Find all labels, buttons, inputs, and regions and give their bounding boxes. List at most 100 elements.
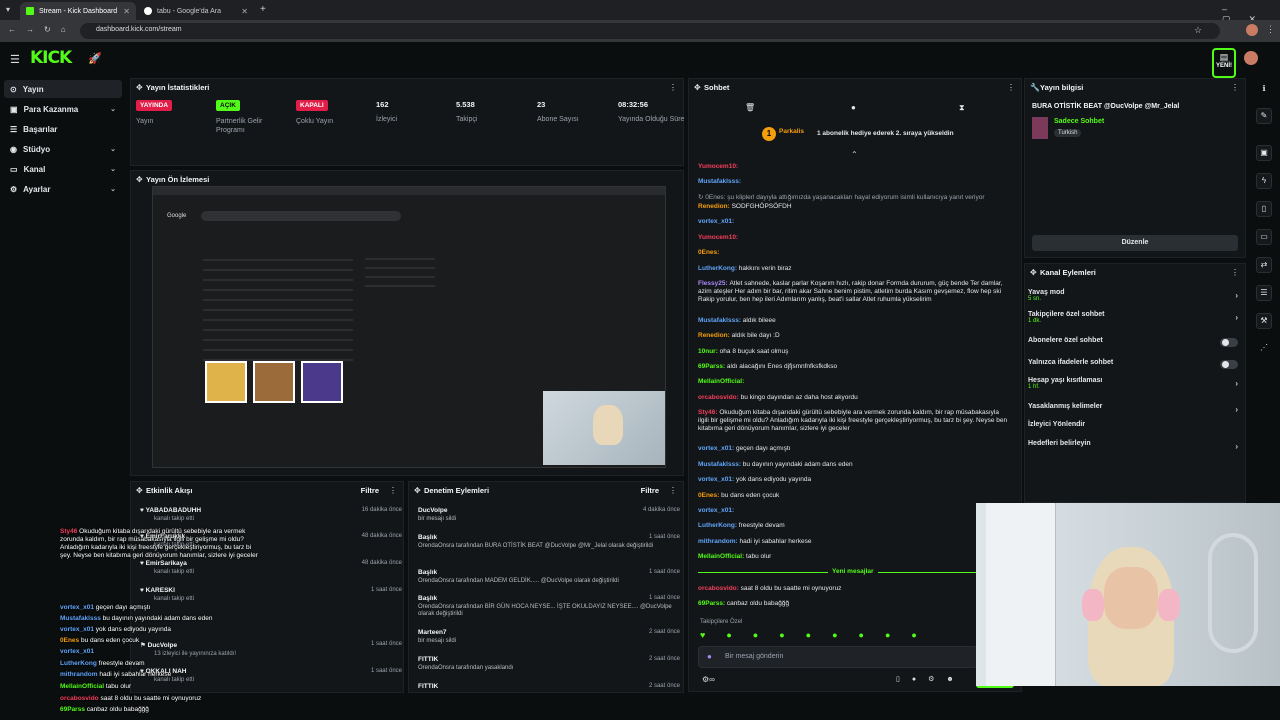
mod-actor[interactable]: FITTIK <box>418 656 680 663</box>
activity-user[interactable]: YABADABADUHH <box>146 507 201 514</box>
sidebar-item-basarilar[interactable]: ☰ Başarılar <box>4 120 122 138</box>
chat-username[interactable]: orcabosvido: <box>698 394 741 401</box>
chat-username[interactable]: MellainOfficial: <box>698 378 744 385</box>
camera-icon[interactable]: ▣ <box>1256 145 1272 161</box>
panel-menu-icon[interactable]: ⋮ <box>389 486 397 495</box>
chat-username[interactable]: LutherKong: <box>698 522 739 529</box>
chat-username[interactable]: Renedion: <box>698 332 732 339</box>
browser-tab-google[interactable]: tabu - Google'da Ara ✕ <box>138 2 254 20</box>
list-icon[interactable]: ☰ <box>1256 285 1272 301</box>
drag-handle-icon[interactable]: ✥ <box>1030 268 1037 277</box>
chat-username[interactable]: vortex_x01: <box>698 476 736 483</box>
tab-list-icon[interactable]: ▾ <box>6 5 10 14</box>
share-icon[interactable]: ⋰ <box>1256 341 1272 357</box>
filter-button[interactable]: Filtre <box>641 486 659 495</box>
profile-avatar[interactable] <box>1246 24 1258 36</box>
raid-arrows-icon[interactable]: ⇄ <box>1256 257 1272 273</box>
mic-icon[interactable]: ● <box>707 652 712 661</box>
browser-tab-kick[interactable]: Stream - Kick Dashboard ✕ <box>20 2 136 20</box>
drag-handle-icon[interactable]: ✥ <box>136 486 143 495</box>
chat-username[interactable]: vortex_x01: <box>698 218 734 225</box>
url-input[interactable]: dashboard.kick.com/stream <box>80 23 1220 39</box>
sidebar-item-studyo[interactable]: ◉ Stüdyo ⌄ <box>4 140 122 158</box>
lightning-icon[interactable]: ϟ <box>1256 173 1272 189</box>
chat-username[interactable]: orcabosvido: <box>698 585 741 592</box>
chat-username[interactable]: 10nur: <box>698 348 720 355</box>
chat-username[interactable]: Mustafaklsss: <box>698 461 743 468</box>
chat-username[interactable]: 0Enes: <box>698 492 721 499</box>
chat-username[interactable]: 69Parss: <box>698 363 727 370</box>
sidebar-item-para-kazanma[interactable]: ▣ Para Kazanma ⌄ <box>4 100 122 118</box>
chat-username[interactable]: vortex_x01: <box>698 507 734 514</box>
chat-username[interactable]: 0Enes: <box>698 249 719 256</box>
panel-menu-icon[interactable]: ⋮ <box>669 486 677 495</box>
chat-username[interactable]: Flessy25: <box>698 280 729 287</box>
chat-username[interactable]: MellainOfficial: <box>698 553 746 560</box>
chat-message: vortex_x01: geçen dayı açmıştı <box>698 445 1010 453</box>
trash-icon[interactable]: 🗑 <box>745 103 755 112</box>
chat-icon[interactable]: ▭ <box>1256 229 1272 245</box>
mod-actor[interactable]: Marteen7 <box>418 629 680 636</box>
chat-username[interactable]: mithrandom: <box>698 538 740 545</box>
sidebar-item-kanal[interactable]: ▭ Kanal ⌄ <box>4 160 122 178</box>
filter-button[interactable]: Filtre <box>361 486 379 495</box>
emote-bar[interactable]: ♥●●●●●●●● <box>700 630 938 640</box>
chat-username[interactable]: 69Parss: <box>698 600 727 607</box>
drag-handle-icon[interactable]: ✥ <box>136 175 143 184</box>
mod-actor[interactable]: FITTIK <box>418 683 680 690</box>
bookmark-star-icon[interactable]: ☆ <box>1194 25 1202 36</box>
chat-username[interactable]: Mustafaklsss: <box>698 178 741 185</box>
account-age-row[interactable]: Hesap yaşı kısıtlaması 1 hf. › <box>1028 377 1242 395</box>
hourglass-icon[interactable]: ⧗ <box>959 103 965 113</box>
slow-mode-row[interactable]: Yavaş mod 5 sn. › <box>1028 289 1242 307</box>
chat-username[interactable]: vortex_x01: <box>698 445 736 452</box>
panel-menu-icon[interactable]: ⋮ <box>1007 83 1015 92</box>
activity-user[interactable]: KARESKI <box>146 587 175 594</box>
chat-username[interactable]: Sty46: <box>698 409 719 416</box>
chat-username[interactable]: Yumocem10: <box>698 163 738 170</box>
nav-buttons-icon[interactable]: ←→↻⌂ <box>8 25 76 34</box>
banned-words-row[interactable]: Yasaklanmış kelimeler › <box>1028 403 1242 421</box>
panel-menu-icon[interactable]: ⋮ <box>1231 83 1239 92</box>
drag-handle-icon[interactable]: ✥ <box>694 83 701 92</box>
collapse-icon[interactable]: ⌃ <box>851 150 858 159</box>
raid-row[interactable]: İzleyici Yönlendir <box>1028 421 1242 439</box>
chat-bubble-icon[interactable]: ● <box>851 103 856 112</box>
new-tab-icon[interactable]: + <box>260 4 266 15</box>
chat-username[interactable]: Renedion: <box>698 203 732 210</box>
hamburger-menu-icon[interactable]: ☰ <box>10 53 20 66</box>
chat-input[interactable]: ● Bir mesaj gönderin <box>698 646 978 668</box>
chat-tools-icon[interactable]: ⚙∞ <box>702 675 715 684</box>
close-tab-icon[interactable]: ✕ <box>123 7 130 16</box>
chat-username[interactable]: Mustafaklsss: <box>698 317 743 324</box>
pinned-user[interactable]: Parkalis <box>779 128 804 135</box>
panel-menu-icon[interactable]: ⋮ <box>669 83 677 92</box>
chat-actions-icon[interactable]: ▯●⚙☻ <box>896 675 966 683</box>
clip-icon[interactable]: ▯ <box>1256 201 1272 217</box>
subs-only-toggle[interactable] <box>1220 338 1238 347</box>
edit-stream-button[interactable]: Düzenle <box>1032 235 1238 251</box>
kick-logo[interactable]: KICK <box>30 48 72 68</box>
stream-preview-video[interactable]: Google <box>152 186 666 468</box>
activity-user[interactable]: EmirSarikaya <box>146 560 187 567</box>
emote-only-toggle[interactable] <box>1220 360 1238 369</box>
pencil-icon[interactable]: ✎ <box>1256 108 1272 124</box>
sidebar-item-ayarlar[interactable]: ⚙ Ayarlar ⌄ <box>4 180 122 198</box>
drag-handle-icon[interactable]: ✥ <box>414 486 421 495</box>
panel-menu-icon[interactable]: ⋮ <box>1231 268 1239 277</box>
rocket-icon[interactable]: 🚀 <box>88 52 102 65</box>
followers-only-row[interactable]: Takipçilere özel sohbet 1 dk. › <box>1028 311 1242 329</box>
category-link[interactable]: Sadece Sohbet <box>1054 118 1104 125</box>
drag-handle-icon[interactable]: ✥ <box>136 83 143 92</box>
chat-username[interactable]: LutherKong: <box>698 265 739 272</box>
new-feature-button[interactable]: ▤ YENİ! <box>1212 48 1236 78</box>
mod-actor[interactable]: DucVolpe <box>418 507 680 514</box>
sidebar-item-yayin[interactable]: ⊙ Yayın <box>4 80 122 98</box>
wrench-tool-icon[interactable]: ⚒ <box>1256 313 1272 329</box>
close-tab-icon[interactable]: ✕ <box>241 7 248 16</box>
user-avatar[interactable] <box>1244 51 1258 65</box>
chat-username[interactable]: Yumocem10: <box>698 234 738 241</box>
goals-row[interactable]: Hedefleri belirleyin › <box>1028 440 1242 458</box>
browser-menu-icon[interactable]: ⋮ <box>1266 24 1275 35</box>
info-icon[interactable]: ℹ <box>1256 82 1272 98</box>
